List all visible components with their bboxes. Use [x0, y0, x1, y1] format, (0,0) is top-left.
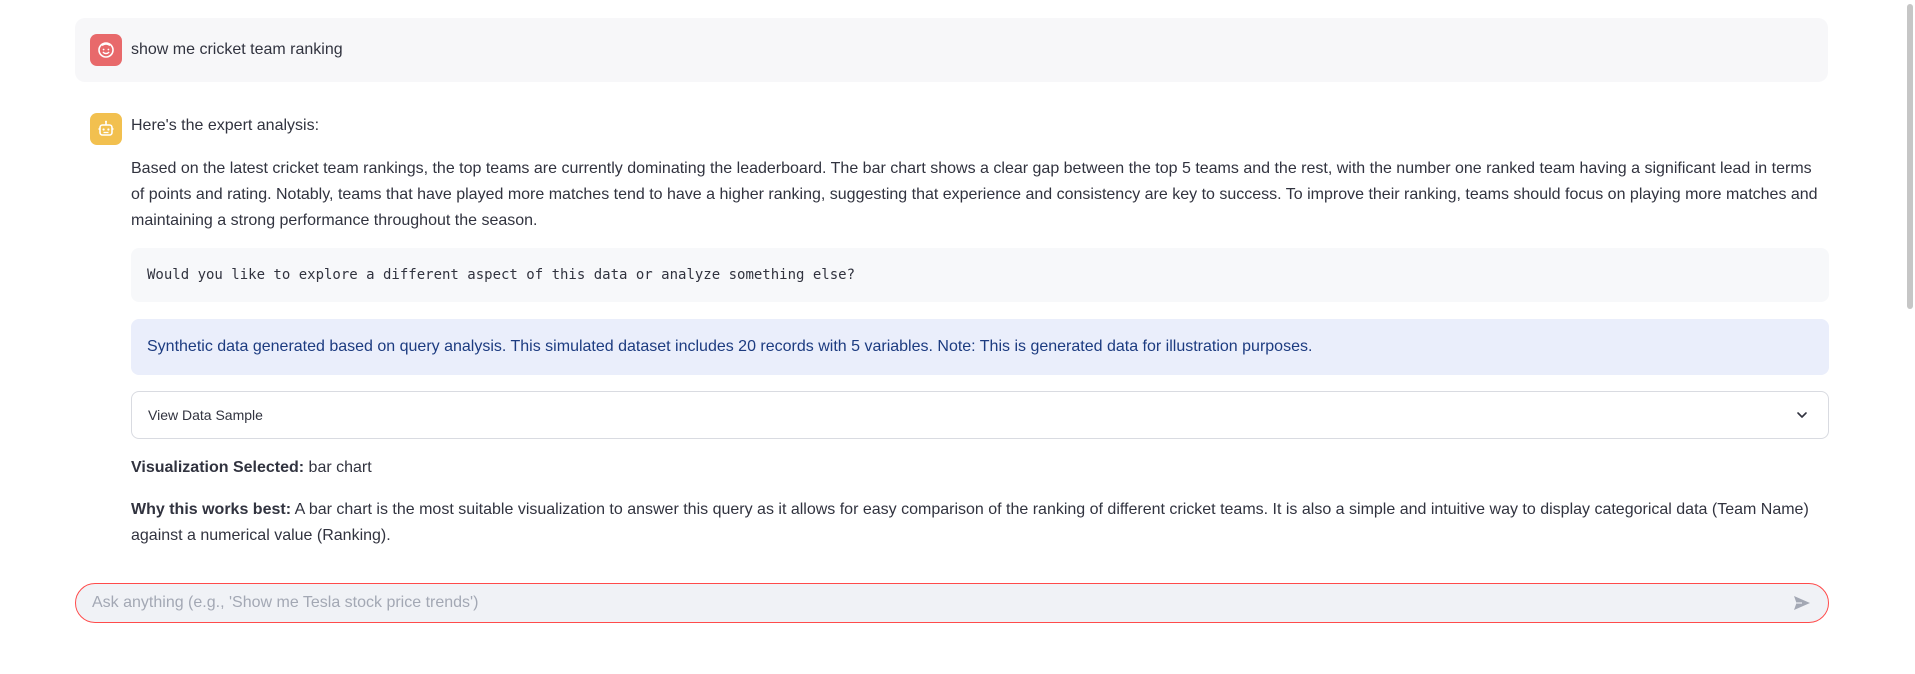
follow-up-text: Would you like to explore a different as…	[147, 267, 856, 283]
chat-input-bar	[75, 583, 1829, 623]
page-scrollbar[interactable]	[1904, 0, 1915, 674]
send-button[interactable]	[1790, 591, 1814, 615]
user-message: show me cricket team ranking	[75, 18, 1828, 82]
assistant-avatar	[90, 113, 122, 145]
visualization-selected: Visualization Selected: bar chart	[131, 455, 1829, 481]
why-label: Why this works best:	[131, 501, 292, 518]
why-this-works: Why this works best: A bar chart is the …	[131, 497, 1829, 549]
send-icon	[1794, 596, 1810, 610]
why-text: A bar chart is the most suitable visuali…	[131, 501, 1809, 544]
data-sample-expander[interactable]: View Data Sample	[131, 391, 1829, 439]
user-avatar	[90, 34, 122, 66]
user-face-icon	[98, 42, 114, 58]
info-alert: Synthetic data generated based on query …	[131, 319, 1829, 375]
viz-selected-value: bar chart	[308, 459, 372, 476]
scrollbar-thumb[interactable]	[1907, 4, 1913, 309]
analysis-paragraph: Based on the latest cricket team ranking…	[131, 160, 1818, 229]
chat-page: show me cricket team ranking Here's the …	[0, 0, 1915, 674]
follow-up-code-block: Would you like to explore a different as…	[131, 248, 1829, 302]
chevron-down-icon	[1794, 407, 1810, 423]
chat-input[interactable]	[92, 594, 1790, 612]
info-alert-text: Synthetic data generated based on query …	[147, 338, 1313, 355]
user-message-text: show me cricket team ranking	[131, 41, 343, 58]
assistant-heading: Here's the expert analysis:	[131, 117, 320, 134]
assistant-avatar-box	[90, 113, 122, 145]
robot-icon	[98, 120, 114, 136]
expander-label: View Data Sample	[148, 407, 263, 423]
viz-selected-label: Visualization Selected:	[131, 459, 305, 476]
